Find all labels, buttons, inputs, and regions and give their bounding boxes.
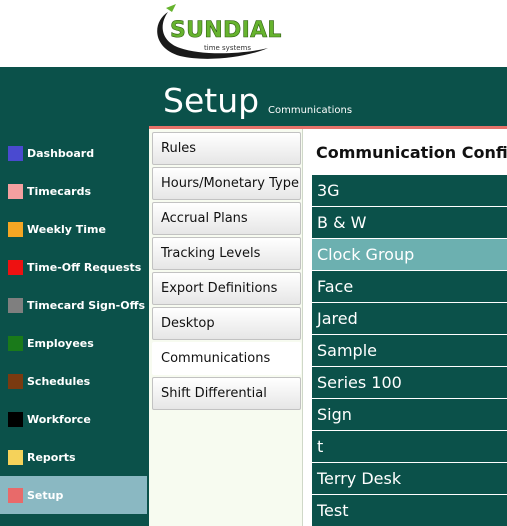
sidebar-nav: Dashboard Timecards Weekly Time Time-Off… bbox=[0, 67, 149, 526]
page-title: Setup bbox=[163, 81, 260, 120]
sidebar-item-reports[interactable]: Reports bbox=[0, 438, 147, 476]
sidebar-item-label: Schedules bbox=[27, 374, 91, 388]
tab-accrual-plans[interactable]: Accrual Plans bbox=[152, 202, 301, 235]
list-item[interactable]: B & W bbox=[312, 207, 507, 238]
sidebar-item-label: Workforce bbox=[27, 412, 91, 426]
sidebar-item-label: Reports bbox=[27, 450, 76, 464]
list-item[interactable]: Terry Desk bbox=[312, 463, 507, 494]
sidebar-item-setup[interactable]: Setup bbox=[0, 476, 147, 514]
list-item[interactable]: Jared bbox=[312, 303, 507, 334]
weekly-time-color-icon bbox=[8, 221, 23, 237]
panel-title: Communication Confi bbox=[316, 143, 507, 162]
communication-config-panel: Communication Confi 3G B & W Clock Group… bbox=[303, 129, 507, 526]
sidebar-item-label: Dashboard bbox=[27, 146, 95, 160]
time-off-color-icon bbox=[8, 259, 23, 275]
tab-shift-differential[interactable]: Shift Differential bbox=[152, 377, 301, 410]
sidebar-item-dashboard[interactable]: Dashboard bbox=[0, 134, 147, 172]
sidebar-item-schedules[interactable]: Schedules bbox=[0, 362, 147, 400]
timecards-color-icon bbox=[8, 183, 23, 199]
header: SUNDIAL time systems bbox=[0, 0, 507, 67]
tab-tracking-levels[interactable]: Tracking Levels bbox=[152, 237, 301, 270]
sidebar-item-timecards[interactable]: Timecards bbox=[0, 172, 147, 210]
setup-tabs: Rules Hours/Monetary Type Accrual Plans … bbox=[149, 129, 303, 526]
page-header: Setup Communications bbox=[149, 67, 507, 126]
sidebar-item-weekly-time[interactable]: Weekly Time bbox=[0, 210, 147, 248]
logo-brand: SUNDIAL bbox=[170, 18, 282, 44]
tab-desktop[interactable]: Desktop bbox=[152, 307, 301, 340]
sidebar-item-employees[interactable]: Employees bbox=[0, 324, 147, 362]
page-subtitle: Communications bbox=[268, 105, 353, 116]
list-item[interactable]: Face bbox=[312, 271, 507, 302]
list-item[interactable]: Series 100 bbox=[312, 367, 507, 398]
sidebar-item-workforce[interactable]: Workforce bbox=[0, 400, 147, 438]
sidebar-item-label: Weekly Time bbox=[27, 222, 106, 236]
setup-color-icon bbox=[8, 487, 23, 503]
list-item[interactable]: Sign bbox=[312, 399, 507, 430]
tab-export-definitions[interactable]: Export Definitions bbox=[152, 272, 301, 305]
employees-color-icon bbox=[8, 335, 23, 351]
sidebar-item-label: Employees bbox=[27, 336, 94, 350]
tab-communications[interactable]: Communications bbox=[152, 342, 301, 375]
sidebar-item-label: Setup bbox=[27, 488, 64, 502]
tab-hours-monetary-type[interactable]: Hours/Monetary Type bbox=[152, 167, 301, 200]
list-item[interactable]: t bbox=[312, 431, 507, 462]
dashboard-color-icon bbox=[8, 145, 23, 161]
list-item[interactable]: 3G bbox=[312, 175, 507, 206]
logo-tagline: time systems bbox=[204, 44, 251, 52]
sidebar-item-label: Timecards bbox=[27, 184, 91, 198]
sundial-logo[interactable]: SUNDIAL time systems bbox=[150, 4, 282, 60]
sidebar-item-time-off-requests[interactable]: Time-Off Requests bbox=[0, 248, 147, 286]
list-item[interactable]: Clock Group bbox=[312, 239, 507, 270]
sidebar-item-timecard-sign-offs[interactable]: Timecard Sign-Offs bbox=[0, 286, 147, 324]
reports-color-icon bbox=[8, 449, 23, 465]
list-item[interactable]: Test bbox=[312, 495, 507, 526]
sign-offs-color-icon bbox=[8, 297, 23, 313]
schedules-color-icon bbox=[8, 373, 23, 389]
sidebar-item-label: Time-Off Requests bbox=[27, 260, 142, 274]
tab-rules[interactable]: Rules bbox=[152, 132, 301, 165]
list-item[interactable]: Sample bbox=[312, 335, 507, 366]
sidebar-item-label: Timecard Sign-Offs bbox=[27, 298, 146, 312]
workforce-color-icon bbox=[8, 411, 23, 427]
